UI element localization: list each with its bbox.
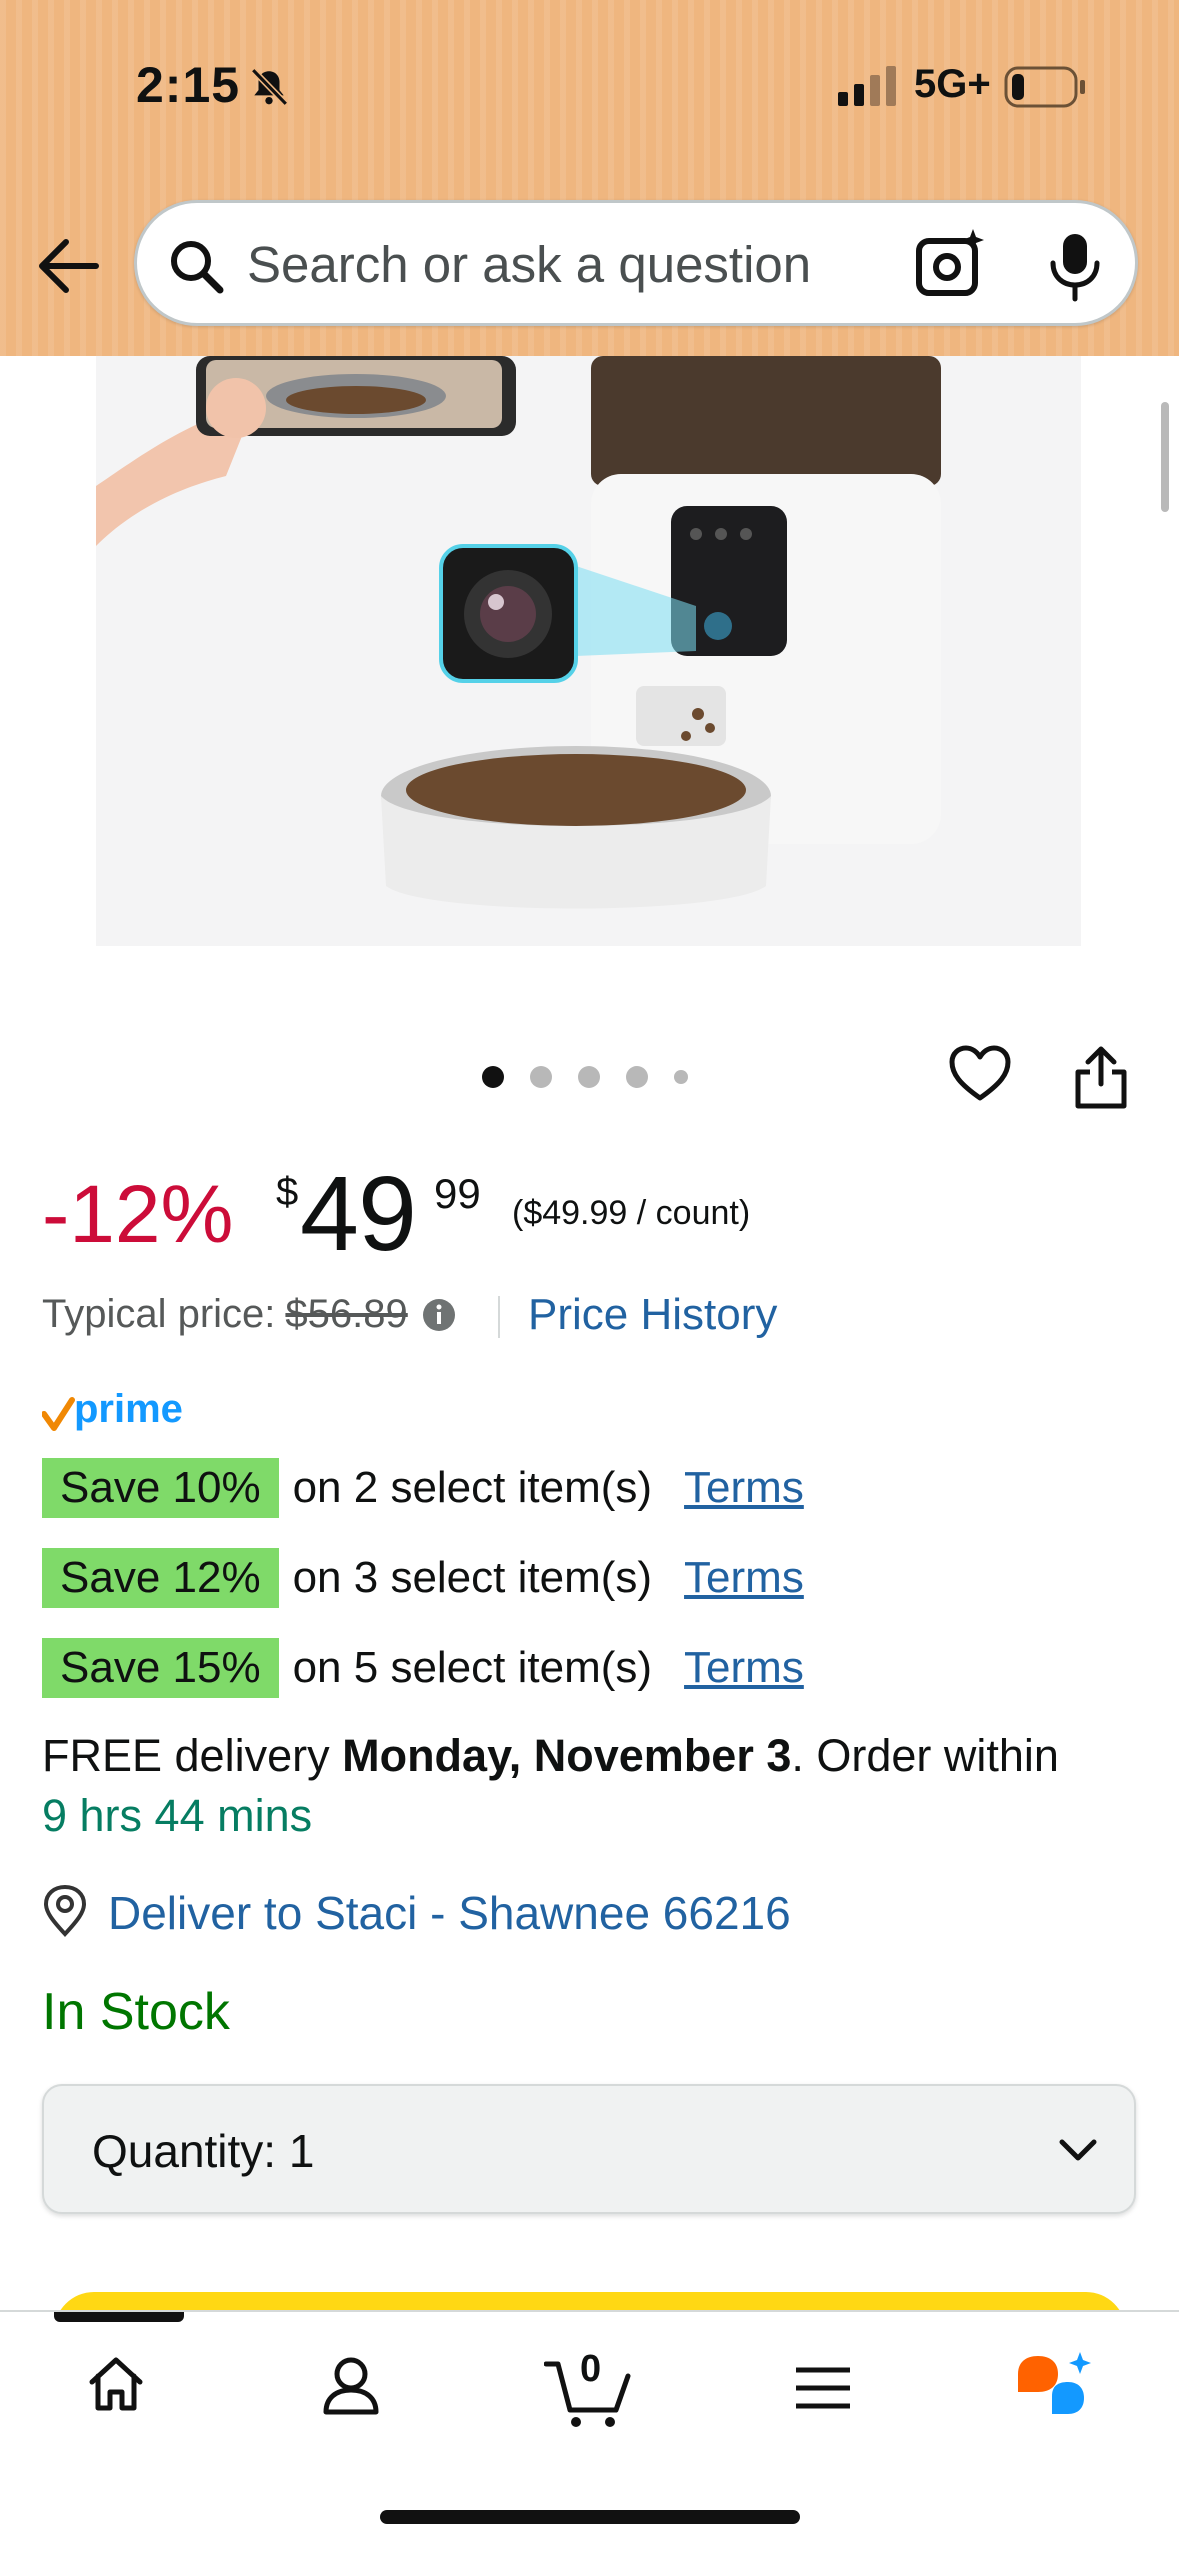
deal-text: on 5 select item(s) xyxy=(292,1643,653,1692)
deal-badge: Save 15% xyxy=(42,1638,279,1698)
deal-terms-link[interactable]: Terms xyxy=(684,1643,804,1693)
camera-search-icon[interactable] xyxy=(915,227,989,301)
deal-terms-link[interactable]: Terms xyxy=(684,1463,804,1513)
price-currency: $ xyxy=(276,1170,299,1214)
battery-icon xyxy=(1004,66,1085,108)
deal-text: on 3 select item(s) xyxy=(292,1553,653,1602)
quantity-label-text: Quantity: xyxy=(92,2125,277,2177)
typical-price-label: Typical price: xyxy=(42,1292,276,1336)
pager-dot[interactable] xyxy=(578,1066,600,1088)
deal-badge: Save 12% xyxy=(42,1548,279,1608)
account-icon[interactable] xyxy=(320,2354,382,2416)
deal-badge: Save 10% xyxy=(42,1458,279,1518)
share-icon[interactable] xyxy=(1072,1044,1130,1110)
deal-row: Save 12% on 3 select item(s) Terms xyxy=(42,1548,804,1608)
active-tab-indicator xyxy=(54,2312,184,2322)
deal-row: Save 10% on 2 select item(s) Terms xyxy=(42,1458,804,1518)
delivery-suffix: . Order within xyxy=(791,1730,1059,1781)
chevron-down-icon xyxy=(1059,2139,1097,2161)
status-time: 2:15 xyxy=(136,57,241,113)
delivery-prefix: FREE delivery xyxy=(42,1730,343,1781)
back-arrow-icon[interactable] xyxy=(36,236,100,296)
pet-feeder-illustration xyxy=(96,356,1081,946)
product-image[interactable] xyxy=(96,356,1081,946)
price-per-unit: ($49.99 / count) xyxy=(512,1194,751,1232)
quantity-value: 1 xyxy=(288,2125,315,2177)
price-history-link[interactable]: Price History xyxy=(528,1290,777,1340)
rufus-assistant-icon[interactable] xyxy=(1014,2352,1096,2424)
bell-muted-icon xyxy=(250,68,289,106)
price-fraction: 99 xyxy=(434,1170,481,1217)
deal-text: on 2 select item(s) xyxy=(292,1463,653,1512)
cell-signal-icon xyxy=(838,66,896,106)
network-type: 5G+ xyxy=(914,62,991,106)
typical-price: Typical price: $56.89 xyxy=(42,1292,456,1337)
deliver-to-link[interactable]: Deliver to Staci - Shawnee 66216 xyxy=(108,1886,791,1940)
prime-label: prime xyxy=(74,1387,183,1431)
info-icon[interactable] xyxy=(422,1298,456,1332)
image-pager-dots[interactable] xyxy=(482,1066,688,1088)
stock-status: In Stock xyxy=(42,1983,230,2041)
delivery-date: Monday, November 3 xyxy=(342,1730,792,1781)
discount-percent: -12% xyxy=(42,1169,234,1260)
quantity-dropdown[interactable]: Quantity: 1 xyxy=(42,2084,1136,2214)
cart-count: 0 xyxy=(580,2348,602,2390)
menu-icon[interactable] xyxy=(794,2366,852,2410)
quantity-label: Quantity: 1 xyxy=(92,2124,314,2178)
pager-dot[interactable] xyxy=(674,1070,688,1084)
search-placeholder[interactable]: Search or ask a question xyxy=(247,235,811,294)
pager-dot[interactable] xyxy=(626,1066,648,1088)
search-bar[interactable]: Search or ask a question xyxy=(134,200,1138,326)
typical-price-value: $56.89 xyxy=(285,1292,408,1336)
price-whole: 49 xyxy=(300,1155,417,1273)
pager-dot[interactable] xyxy=(530,1066,552,1088)
top-header: 2:15 5G+ Search or ask a question xyxy=(0,0,1179,356)
location-pin-icon xyxy=(43,1884,87,1937)
home-icon[interactable] xyxy=(86,2354,146,2414)
pager-dot-active[interactable] xyxy=(482,1066,504,1088)
delivery-countdown: 9 hrs 44 mins xyxy=(42,1790,313,1841)
microphone-icon[interactable] xyxy=(1047,231,1103,303)
heart-icon[interactable] xyxy=(948,1044,1012,1104)
scrollbar-thumb[interactable] xyxy=(1161,402,1169,512)
deal-row: Save 15% on 5 select item(s) Terms xyxy=(42,1638,804,1698)
divider xyxy=(498,1296,500,1338)
deal-terms-link[interactable]: Terms xyxy=(684,1553,804,1603)
delivery-message: FREE delivery Monday, November 3. Order … xyxy=(42,1726,1152,1846)
home-indicator[interactable] xyxy=(380,2510,800,2524)
search-icon xyxy=(171,241,224,294)
prime-logo: prime xyxy=(42,1387,183,1431)
